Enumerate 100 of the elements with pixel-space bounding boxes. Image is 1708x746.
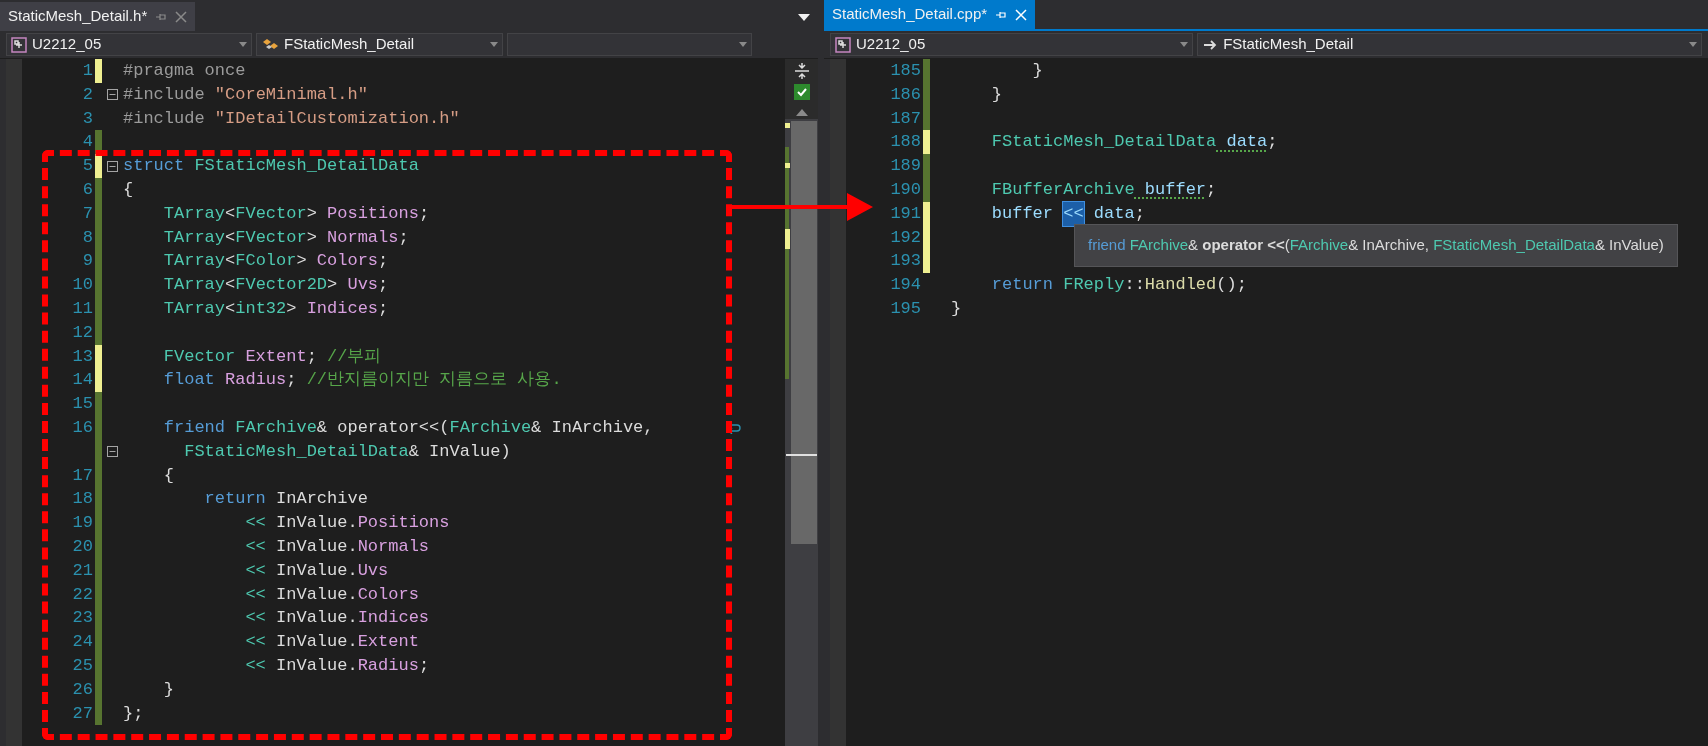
line-number: 21 — [72, 560, 93, 580]
code-token: FBufferArchive — [990, 179, 1135, 201]
code-token: Normals — [327, 226, 399, 249]
code-token: << — [244, 535, 266, 558]
line-number: 17 — [72, 465, 93, 485]
code-token: << — [244, 559, 266, 582]
code-token: data — [1092, 202, 1135, 225]
code-token: friend — [162, 416, 227, 439]
code-token: > — [286, 297, 298, 320]
code-token: > — [306, 226, 318, 249]
caret-position-mark — [786, 454, 817, 456]
code-token: } — [951, 297, 962, 320]
code-token: Uvs — [347, 274, 379, 297]
code-token: Colors — [357, 583, 419, 606]
code-token: TArray — [162, 297, 226, 320]
code-token: (); — [1216, 274, 1247, 297]
code-token: //부피 — [327, 345, 382, 368]
code-token: InValue. — [275, 559, 358, 582]
code-token: InValue. — [275, 583, 358, 606]
code-token: FVector — [162, 345, 237, 368]
code-token: Extent — [245, 345, 307, 368]
collapse-icon[interactable] — [107, 446, 118, 458]
code-token: //반지름이지만 지름으로 사용. — [306, 369, 562, 392]
scope-dropdown[interactable]: FStaticMesh_Detail — [1197, 33, 1702, 56]
line-number: 22 — [72, 584, 93, 604]
code-token: FVector — [235, 202, 307, 225]
code-token: << — [1063, 201, 1084, 226]
code-token: << — [244, 583, 266, 606]
file-tab[interactable]: StaticMesh_Detail.h* — [0, 2, 196, 31]
line-number: 1 — [82, 61, 93, 80]
scrollbar-thumb[interactable] — [791, 121, 817, 544]
code-token: << — [244, 631, 266, 654]
code-token: InValue. — [275, 512, 358, 535]
code-token: > — [296, 250, 308, 273]
code-token: FStaticMesh_DetailData — [990, 131, 1217, 154]
scroll-up-icon[interactable] — [795, 109, 808, 116]
code-token: < — [225, 274, 236, 297]
code-token: Extent — [357, 631, 419, 654]
code-token: } — [162, 678, 174, 701]
scope-dropdown[interactable]: FStaticMesh_Detail — [256, 33, 503, 56]
dropdown-icon[interactable] — [798, 14, 810, 22]
caret-icon — [1689, 42, 1697, 47]
line-number: 13 — [72, 346, 93, 366]
code-token: buffer — [1143, 179, 1207, 201]
scope-dropdown[interactable]: U2212_05 — [830, 33, 1194, 56]
code-token: < — [225, 202, 236, 225]
unsaved-overview-mark — [785, 123, 790, 128]
code-token: return — [203, 488, 266, 511]
code-token: #pragma once — [123, 60, 246, 82]
line-number: 190 — [890, 180, 921, 199]
code-token: TArray — [162, 250, 226, 273]
code-token: ; — [1206, 179, 1217, 201]
line-number: 27 — [72, 703, 93, 723]
code-token: FStaticMesh_DetailData — [183, 440, 409, 463]
code-token: } — [990, 83, 1002, 106]
line-number: 6 — [82, 180, 93, 199]
code-token: TArray — [162, 274, 226, 297]
scrollbar[interactable] — [785, 59, 818, 746]
collapse-icon[interactable] — [107, 160, 118, 172]
code-token: ; — [378, 297, 389, 320]
line-number: 186 — [890, 84, 921, 104]
code-token: ; — [378, 250, 389, 273]
code-token: data — [1225, 131, 1268, 154]
line-number: 185 — [890, 61, 921, 80]
line-number: 2 — [82, 84, 93, 104]
close-icon[interactable] — [175, 10, 188, 23]
code-token: } — [1031, 60, 1043, 82]
code-token: { — [123, 179, 134, 201]
code-token: ; — [398, 226, 409, 249]
line-number: 193 — [890, 251, 921, 271]
code-token: ; — [418, 202, 430, 225]
code-token: << — [244, 512, 266, 535]
code-token: { — [162, 464, 174, 487]
project-icon — [11, 36, 27, 53]
split-icon[interactable] — [793, 62, 810, 80]
line-number: 187 — [890, 108, 921, 128]
code-token: FColor — [235, 250, 297, 273]
code-token: Positions — [357, 512, 450, 535]
line-number: 3 — [82, 108, 93, 128]
code-token: FArchive — [449, 416, 532, 439]
unsaved-overview-mark — [785, 163, 790, 168]
code-token: Uvs — [357, 559, 389, 582]
line-number: 10 — [72, 275, 93, 295]
code-token: struct — [123, 155, 186, 178]
code-token: InValue. — [275, 631, 358, 654]
code-token: :: — [1124, 274, 1145, 297]
line-number: 8 — [82, 227, 93, 247]
code-token: Indices — [306, 297, 379, 320]
code-token: InValue. — [275, 654, 358, 677]
code-token: Radius — [357, 654, 419, 677]
code-token: < — [225, 297, 236, 320]
code-token: Radius — [225, 369, 287, 392]
file-tab[interactable]: StaticMesh_Detail.cpp* — [824, 0, 1036, 29]
collapse-icon[interactable] — [107, 89, 118, 101]
code-token: < — [225, 250, 236, 273]
checkmark-icon[interactable] — [793, 84, 810, 100]
scope-dropdown[interactable]: U2212_05 — [6, 33, 252, 56]
code-token: Colors — [316, 250, 379, 273]
code-token: TArray — [162, 226, 226, 249]
code-token: TArray — [162, 202, 226, 225]
